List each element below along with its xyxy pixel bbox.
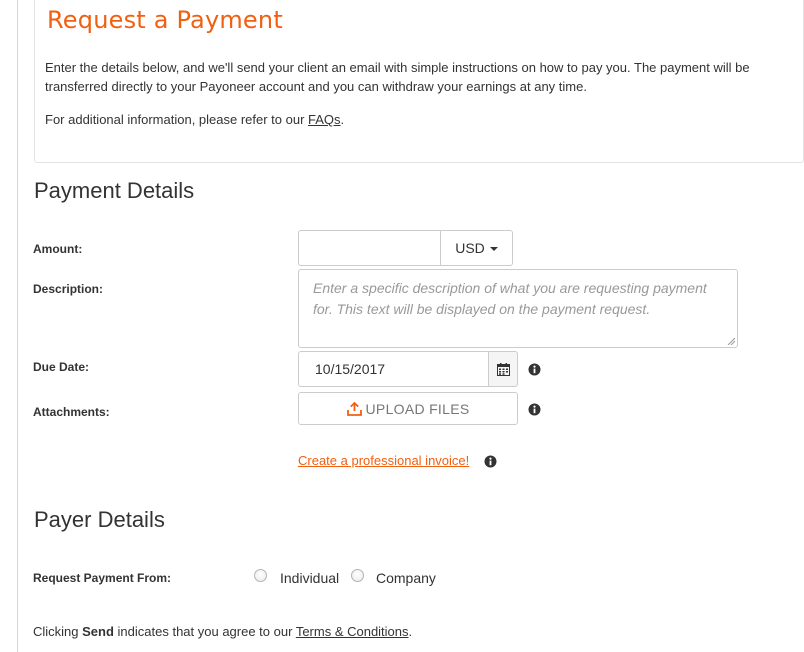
individual-radio[interactable] [254,569,267,582]
payer-details-heading: Payer Details [34,507,165,532]
intro-more-info: For additional information, please refer… [45,112,344,127]
due-date-input[interactable]: 10/15/2017 [298,351,489,387]
upload-files-label: UPLOAD FILES [365,400,470,417]
request-from-label: Request Payment From: [33,571,172,585]
due-date-label: Due Date: [33,360,90,374]
invoice-info-icon[interactable] [484,455,497,468]
description-placeholder: Enter a specific description of what you… [313,280,707,317]
currency-dropdown[interactable]: USD [440,230,513,266]
upload-files-button[interactable]: UPLOAD FILES [298,392,518,425]
amount-input[interactable] [298,230,441,266]
attachments-info-icon[interactable] [528,403,541,416]
faq-link[interactable]: FAQs [308,112,341,127]
description-textarea[interactable]: Enter a specific description of what you… [298,269,738,348]
currency-value: USD [455,240,485,256]
calendar-icon [496,362,510,376]
company-radio[interactable] [351,569,364,582]
caret-down-icon [489,247,498,251]
intro-panel: Request a Payment Enter the details belo… [34,0,804,163]
terms-consent: Clicking Send indicates that you agree t… [33,624,412,639]
intro-more-prefix: For additional information, please refer… [45,112,309,127]
attachments-label: Attachments: [33,405,110,419]
consent-prefix: Clicking [33,624,83,639]
intro-text: Enter the details below, and we'll send … [45,60,750,94]
intro-more-suffix: . [340,112,345,127]
calendar-button[interactable] [488,351,518,387]
due-date-value: 10/15/2017 [315,361,386,377]
due-date-info-icon[interactable] [528,363,541,376]
resize-grip-icon[interactable] [727,337,735,345]
consent-middle: indicates that you agree to our [113,624,296,639]
consent-suffix: . [408,624,413,639]
amount-label: Amount: [33,242,83,256]
create-invoice-link[interactable]: Create a professional invoice! [298,453,469,468]
consent-send: Send [82,624,114,639]
payment-details-heading: Payment Details [34,178,195,203]
upload-icon [346,401,362,416]
left-divider [17,0,18,652]
company-label[interactable]: Company [376,570,436,586]
description-label: Description: [33,282,104,296]
terms-link[interactable]: Terms & Conditions [296,624,409,639]
individual-label[interactable]: Individual [280,570,339,586]
page-title: Request a Payment [47,6,283,34]
